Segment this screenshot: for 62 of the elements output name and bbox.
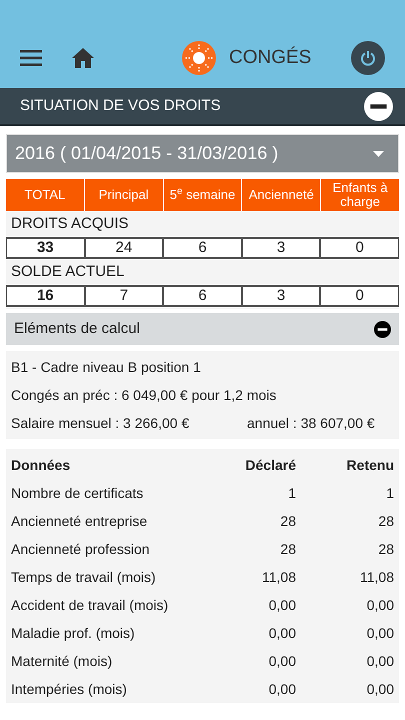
group-label: SOLDE ACTUEL (10, 262, 126, 282)
collapse-button[interactable] (364, 92, 393, 120)
power-icon (360, 50, 376, 66)
value-cell: 3 (242, 285, 320, 307)
power-button[interactable] (351, 41, 385, 75)
annual-salary: annuel : 38 607,00 € (247, 414, 375, 432)
value-cell: 3 (242, 237, 320, 259)
table-cell-text: Temps de travail (mois) (11, 568, 157, 587)
table-cell-text: 0,00 (268, 652, 296, 670)
column-header: Déclaré (244, 456, 296, 474)
column-header: Données (11, 456, 72, 474)
value-cell: 6 (163, 237, 242, 259)
value-cell: 16 (6, 285, 85, 307)
calcul-line: B1 - Cadre niveau B position 1 (11, 358, 202, 377)
table-cell-text: 28 (377, 540, 394, 558)
table-cell-text: Maternité (mois) (11, 652, 114, 671)
table-cell-text: Nombre de certificats (11, 484, 144, 502)
column-header: TOTAL (6, 179, 84, 211)
sun-logo-icon (182, 41, 216, 75)
table-cell-text: 0,00 (268, 596, 296, 614)
value-cell: 0 (320, 237, 399, 259)
minus-circle-icon (374, 320, 391, 338)
table-cell-text: 28 (377, 512, 394, 530)
monthly-salary: Salaire mensuel : 3 266,00 € (11, 414, 190, 432)
table-cell-text: Ancienneté profession (11, 540, 151, 559)
home-icon[interactable] (72, 48, 94, 68)
value-cell: 33 (6, 237, 85, 259)
column-header: Ancienneté (242, 179, 320, 211)
table-cell-text: 0,00 (268, 680, 296, 698)
column-header: 5$^{e}$ semaine (164, 179, 242, 211)
column-header: Retenu (346, 456, 394, 474)
collapse-button[interactable] (374, 320, 391, 338)
table-cell-text: 0,00 (366, 652, 394, 670)
table-cell-text: 11,08 (261, 568, 296, 586)
table-cell-text: Accident de travail (mois) (11, 596, 170, 615)
period-dropdown[interactable]: 2016 ( 01/04/2015 - 31/03/2016 ) (6, 134, 399, 173)
value-cell: 0 (320, 285, 399, 307)
table-cell-text: 1 (385, 484, 394, 502)
table-cell-text: 28 (279, 540, 296, 558)
calcul-title: Eléments de calcul (14, 318, 140, 339)
table-cell-text: Ancienneté entreprise (11, 512, 148, 531)
value-cell: 6 (163, 285, 242, 307)
table-cell-text: 0,00 (366, 624, 394, 642)
group-label: DROITS ACQUIS (10, 214, 130, 234)
column-header: Enfants à charge (321, 179, 399, 211)
calcul-line: Congés an préc : 6 049,00 € pour 1,2 mois (11, 386, 278, 405)
table-cell-text: 0,00 (366, 596, 394, 614)
caret-icon (373, 150, 384, 156)
menu-icon[interactable] (20, 50, 42, 66)
value-cell: 7 (84, 285, 164, 307)
table-cell-text: 11,08 (359, 568, 394, 586)
table-cell-text: 0,00 (268, 624, 296, 642)
table-cell-text: Intempéries (mois) (11, 680, 128, 699)
column-header: Principal (84, 179, 163, 211)
table-cell-text: Maladie prof. (mois) (11, 624, 136, 643)
app-title: CONGÉS (229, 46, 312, 70)
minus-circle-icon (364, 92, 393, 120)
table-cell-text: 0,00 (366, 680, 394, 698)
value-cell: 24 (84, 237, 164, 259)
section-title: SITUATION DE VOS DROITS (20, 96, 221, 116)
table-cell-text: 1 (287, 484, 296, 502)
table-cell-text: 28 (279, 512, 296, 530)
